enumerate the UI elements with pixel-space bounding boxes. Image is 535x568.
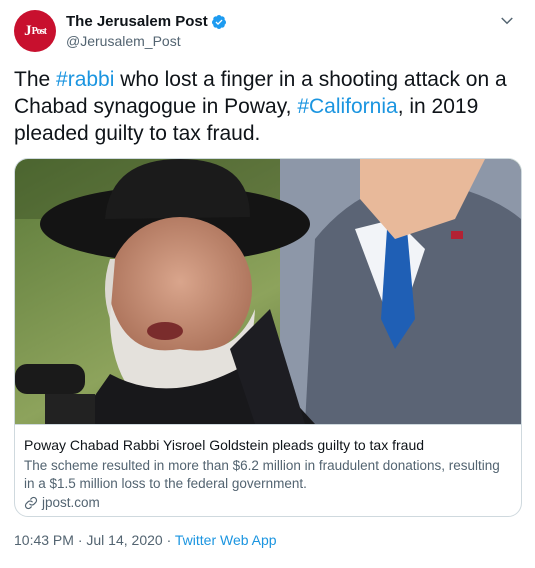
chevron-down-icon[interactable]: [498, 12, 516, 30]
tweet-card[interactable]: J Post The Jerusalem Post @Jerusalem_Post…: [0, 0, 535, 568]
avatar-letter: J: [24, 22, 31, 39]
article-image[interactable]: [15, 159, 521, 424]
link-preview-card[interactable]: Poway Chabad Rabbi Yisroel Goldstein ple…: [14, 158, 522, 517]
tweet-date[interactable]: Jul 14, 2020: [86, 532, 162, 548]
source-app-link[interactable]: Twitter Web App: [175, 532, 277, 548]
verified-badge-icon: [211, 14, 226, 29]
card-description: The scheme resulted in more than $6.2 mi…: [24, 458, 500, 491]
card-title[interactable]: Poway Chabad Rabbi Yisroel Goldstein ple…: [24, 437, 424, 453]
card-text-area[interactable]: Poway Chabad Rabbi Yisroel Goldstein ple…: [15, 424, 521, 516]
tweet-meta: 10:43 PM · Jul 14, 2020 · Twitter Web Ap…: [14, 532, 277, 548]
link-icon: [24, 496, 38, 509]
tweet-header: J Post The Jerusalem Post @Jerusalem_Post: [14, 8, 524, 52]
separator: ·: [162, 532, 175, 548]
tweet-text: The #rabbi who lost a finger in a shooti…: [14, 66, 514, 147]
avatar[interactable]: J Post: [14, 10, 56, 52]
card-domain: jpost.com: [42, 495, 100, 510]
hashtag-link[interactable]: #California: [297, 95, 397, 118]
author-name-row[interactable]: The Jerusalem Post: [66, 13, 227, 30]
tweet-time[interactable]: 10:43 PM: [14, 532, 74, 548]
author-name[interactable]: The Jerusalem Post: [66, 13, 208, 30]
separator: ·: [73, 532, 87, 548]
hashtag-link[interactable]: #rabbi: [56, 68, 114, 91]
avatar-sub: Post: [31, 25, 47, 37]
author-block: The Jerusalem Post @Jerusalem_Post: [66, 13, 227, 49]
tweet-text-part: The: [14, 68, 57, 91]
author-handle[interactable]: @Jerusalem_Post: [66, 33, 227, 49]
card-domain-row: jpost.com: [24, 495, 100, 510]
